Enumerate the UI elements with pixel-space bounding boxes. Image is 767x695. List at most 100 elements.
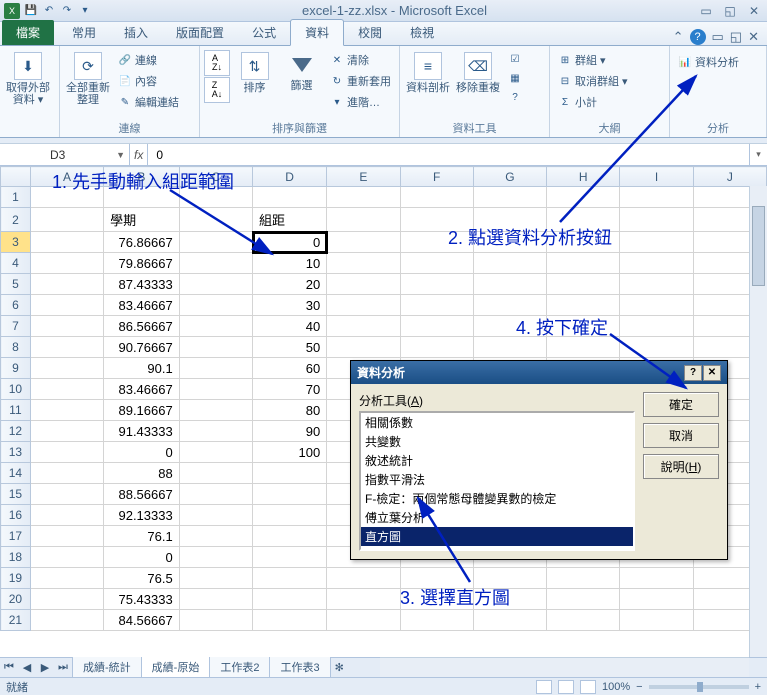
ungroup-button[interactable]: ⊟取消群組 ▾ (554, 71, 632, 91)
analysis-tool-item[interactable]: 共變數 (361, 432, 633, 451)
cell[interactable] (327, 274, 400, 295)
row-header[interactable]: 7 (1, 316, 31, 337)
minimize-button[interactable]: ▭ (697, 4, 715, 18)
sort-desc-button[interactable]: Z A↓ (204, 77, 230, 103)
cell[interactable] (30, 316, 103, 337)
cell[interactable] (179, 400, 252, 421)
cell[interactable]: 90.76667 (104, 337, 180, 358)
cell[interactable] (30, 208, 103, 232)
cell[interactable] (400, 568, 473, 589)
cell[interactable]: 0 (104, 442, 180, 463)
cell[interactable]: 76.86667 (104, 232, 180, 253)
cell[interactable] (30, 253, 103, 274)
cell[interactable] (179, 442, 252, 463)
row-header[interactable]: 11 (1, 400, 31, 421)
cell[interactable] (327, 295, 400, 316)
cell[interactable] (30, 463, 103, 484)
cell[interactable]: 83.46667 (104, 379, 180, 400)
cell[interactable] (179, 610, 252, 631)
cell[interactable] (547, 295, 620, 316)
cell[interactable]: 76.1 (104, 526, 180, 547)
zoom-slider[interactable] (649, 685, 749, 689)
cell[interactable] (253, 568, 327, 589)
cell[interactable] (547, 589, 620, 610)
window-close2-icon[interactable]: ✕ (748, 29, 759, 45)
cell[interactable] (400, 232, 473, 253)
sheet-nav-button[interactable]: ⏮ (0, 661, 18, 674)
cell[interactable] (253, 505, 327, 526)
row-header[interactable]: 20 (1, 589, 31, 610)
advanced-button[interactable]: ▾進階… (326, 92, 395, 112)
pagelayout-view-button[interactable] (558, 680, 574, 694)
sheet-nav-button[interactable]: ◀ (18, 661, 36, 674)
ok-button[interactable]: 確定 (643, 392, 719, 417)
cell[interactable]: 88 (104, 463, 180, 484)
cell[interactable]: 10 (253, 253, 327, 274)
analysis-tool-item[interactable]: F-檢定：兩個常態母體變異數的檢定 (361, 489, 633, 508)
cell[interactable] (547, 610, 620, 631)
dv-button[interactable]: ☑ (504, 50, 526, 68)
sheet-tab[interactable]: 工作表2 (209, 657, 270, 678)
column-header[interactable]: E (327, 167, 400, 187)
cell[interactable] (620, 253, 693, 274)
cell[interactable]: 88.56667 (104, 484, 180, 505)
cell[interactable] (620, 337, 693, 358)
cell[interactable] (30, 379, 103, 400)
cell[interactable] (179, 526, 252, 547)
row-header[interactable]: 14 (1, 463, 31, 484)
cell[interactable]: 組距 (253, 208, 327, 232)
zoom-in-button[interactable]: + (755, 681, 761, 693)
redo-icon[interactable]: ↷ (60, 4, 74, 18)
dialog-titlebar[interactable]: 資料分析 ? ✕ (351, 361, 727, 384)
window-min2-icon[interactable]: ▭ (712, 29, 724, 45)
ribbon-tab[interactable]: 插入 (110, 20, 162, 45)
cell[interactable] (327, 316, 400, 337)
refresh-all-button[interactable]: ⟳ 全部重新整理 (64, 48, 112, 106)
undo-icon[interactable]: ↶ (42, 4, 56, 18)
cell[interactable]: 70 (253, 379, 327, 400)
data-analysis-button[interactable]: 📊資料分析 (674, 48, 743, 72)
cell[interactable] (620, 208, 693, 232)
row-header[interactable]: 3 (1, 232, 31, 253)
cell[interactable] (179, 295, 252, 316)
cell[interactable]: 學期 (104, 208, 180, 232)
cell[interactable] (473, 274, 546, 295)
column-header[interactable]: C (179, 167, 252, 187)
row-header[interactable]: 16 (1, 505, 31, 526)
reapply-button[interactable]: ↻重新套用 (326, 71, 395, 91)
cell[interactable] (327, 610, 400, 631)
ribbon-tab[interactable]: 公式 (238, 20, 290, 45)
cell[interactable] (620, 589, 693, 610)
dialog-help-button[interactable]: 說明(H) (643, 454, 719, 479)
cell[interactable]: 90 (253, 421, 327, 442)
cell[interactable] (547, 274, 620, 295)
sheet-nav-button[interactable]: ▶ (36, 661, 54, 674)
close-button[interactable]: ✕ (745, 4, 763, 18)
cell[interactable] (104, 187, 180, 208)
row-header[interactable]: 2 (1, 208, 31, 232)
analysis-tool-item[interactable]: 敘述統計 (361, 451, 633, 470)
cell[interactable]: 79.86667 (104, 253, 180, 274)
cell[interactable] (473, 232, 546, 253)
cell[interactable]: 75.43333 (104, 589, 180, 610)
consolidate-button[interactable]: ▦ (504, 69, 526, 87)
row-header[interactable]: 13 (1, 442, 31, 463)
analysis-tool-item[interactable]: 直方圖 (361, 527, 633, 546)
zoom-level[interactable]: 100% (602, 681, 630, 693)
external-data-button[interactable]: ⬇ 取得外部 資料 ▾ (4, 48, 52, 106)
cell[interactable]: 87.43333 (104, 274, 180, 295)
cell[interactable] (179, 421, 252, 442)
ribbon-tab[interactable]: 檢視 (396, 20, 448, 45)
cell[interactable] (473, 337, 546, 358)
cell[interactable] (253, 589, 327, 610)
cell[interactable] (179, 208, 252, 232)
cell[interactable] (620, 610, 693, 631)
cell[interactable]: 91.43333 (104, 421, 180, 442)
filter-button[interactable]: 篩選 (279, 48, 324, 92)
cell[interactable] (620, 568, 693, 589)
cell[interactable]: 50 (253, 337, 327, 358)
cell[interactable]: 84.56667 (104, 610, 180, 631)
sheet-nav-button[interactable]: ⏭ (54, 661, 72, 674)
cell[interactable] (620, 295, 693, 316)
analysis-tool-item[interactable]: 相關係數 (361, 413, 633, 432)
